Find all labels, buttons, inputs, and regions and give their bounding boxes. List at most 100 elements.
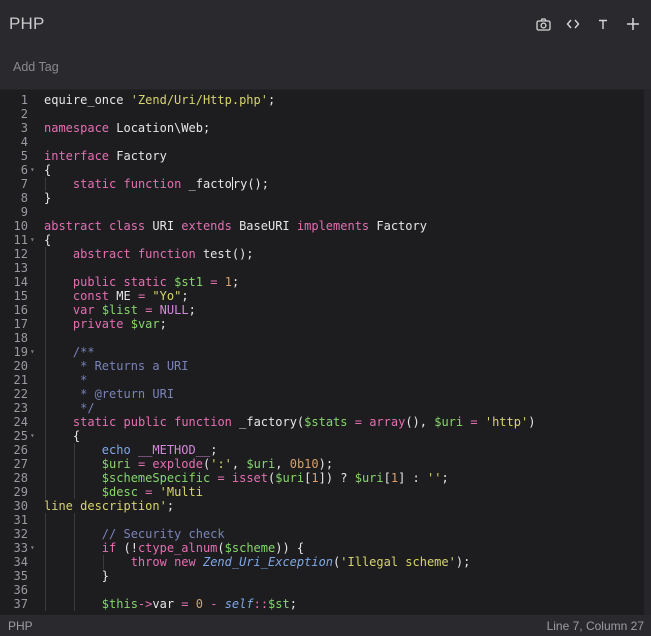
- language-label[interactable]: PHP: [8, 619, 33, 633]
- code-line: 12 abstract function test();: [0, 247, 644, 261]
- code-line: 7 static function _factory();: [0, 177, 644, 191]
- code-token: ]) ?: [318, 471, 355, 485]
- code-line: 28 $schemeSpecific = isset($uri[1]) ? $u…: [0, 471, 644, 485]
- code-token: interface: [44, 149, 110, 163]
- code-text: abstract class URI extends BaseURI imple…: [44, 219, 427, 233]
- code-token: */: [72, 401, 95, 415]
- line-number: 16: [13, 303, 28, 317]
- code-token: ->: [137, 597, 153, 611]
- fold-arrow-icon[interactable]: ▾: [30, 163, 35, 177]
- code-token: {: [44, 233, 52, 247]
- code-text: interface Factory: [44, 149, 167, 163]
- fold-arrow-icon[interactable]: ▾: [30, 429, 35, 443]
- code-token: ;: [231, 275, 240, 289]
- code-token: $st: [268, 597, 290, 611]
- code-token: =: [470, 415, 478, 429]
- code-line: 30 line description';: [0, 499, 644, 513]
- code-brackets-icon[interactable]: [565, 13, 581, 35]
- code-token: ): [528, 415, 536, 429]
- code-line: 33 ▾ if (!ctype_alnum($scheme)) {: [0, 541, 644, 555]
- code-token: function: [174, 415, 232, 429]
- code-token: static: [72, 415, 117, 429]
- code-text: public static $st1 = 1;: [44, 275, 239, 289]
- code-token: Zend_Uri_Exception: [202, 555, 334, 569]
- code-text: private $var;: [44, 317, 167, 331]
- code-token: ry();: [232, 177, 269, 191]
- code-token: abstract: [72, 247, 131, 261]
- indent-guide: [45, 261, 46, 275]
- line-number: 15: [13, 289, 28, 303]
- code-line: 5 interface Factory: [0, 149, 644, 163]
- page-title: PHP: [9, 14, 45, 33]
- code-token: 0b10: [289, 457, 319, 471]
- code-token: [: [383, 471, 391, 485]
- line-number: 25: [13, 429, 28, 443]
- code-text: {: [44, 429, 80, 443]
- code-token: abstract: [44, 219, 102, 233]
- code-token: explode: [152, 457, 203, 471]
- code-token: ::: [253, 597, 269, 611]
- code-editor[interactable]: 1 equire_once 'Zend/Uri/Http.php'; 2 3 names…: [0, 89, 644, 616]
- code-text: static function _factory();: [44, 177, 269, 191]
- code-token: Factory: [109, 149, 167, 163]
- line-number: 37: [13, 597, 28, 611]
- code-line: 2: [0, 107, 644, 121]
- code-token: $schemeSpecific: [101, 471, 211, 485]
- code-text: {: [44, 233, 51, 247]
- line-number: 6: [20, 163, 28, 177]
- code-token: "Yo": [152, 289, 182, 303]
- line-number: 1: [20, 93, 28, 107]
- code-line: 31: [0, 513, 644, 527]
- code-token: $uri: [101, 457, 131, 471]
- camera-icon[interactable]: [535, 13, 551, 35]
- code-token: $desc: [101, 485, 138, 499]
- plus-icon[interactable]: [625, 13, 641, 35]
- code-token: function: [123, 177, 182, 191]
- code-line: 16 var $list = NULL;: [0, 303, 644, 317]
- code-token: isset: [231, 471, 268, 485]
- code-text: * Returns a URI: [44, 359, 188, 373]
- code-text: var $list = NULL;: [44, 303, 196, 317]
- code-token: _facto: [181, 177, 232, 191]
- code-line: 32 // Security check: [0, 527, 644, 541]
- code-text: abstract function test();: [44, 247, 254, 261]
- code-token: ;: [166, 499, 175, 513]
- code-token: $list: [101, 303, 138, 317]
- code-token: * @return URI: [72, 387, 175, 401]
- code-line: 13: [0, 261, 644, 275]
- scrollbar[interactable]: [644, 89, 651, 615]
- add-tag-button[interactable]: Add Tag: [13, 60, 59, 74]
- code-token: $uri: [434, 415, 464, 429]
- text-format-icon[interactable]: [595, 13, 611, 35]
- code-text: }: [44, 569, 109, 583]
- fold-arrow-icon[interactable]: ▾: [30, 233, 35, 247]
- code-token: echo: [101, 443, 131, 457]
- code-line: 4: [0, 135, 644, 149]
- line-number: 35: [13, 569, 28, 583]
- code-token: }: [44, 569, 110, 583]
- fold-arrow-icon[interactable]: ▾: [30, 345, 35, 359]
- code-token: ;: [181, 289, 189, 303]
- code-token: static: [123, 275, 167, 289]
- line-number: 3: [20, 121, 28, 135]
- line-number: 8: [20, 191, 28, 205]
- code-text: $desc = 'Multi: [44, 485, 203, 499]
- code-token: *: [72, 373, 88, 387]
- fold-arrow-icon[interactable]: ▾: [30, 541, 35, 555]
- line-number: 29: [13, 485, 28, 499]
- line-number: 19: [13, 345, 28, 359]
